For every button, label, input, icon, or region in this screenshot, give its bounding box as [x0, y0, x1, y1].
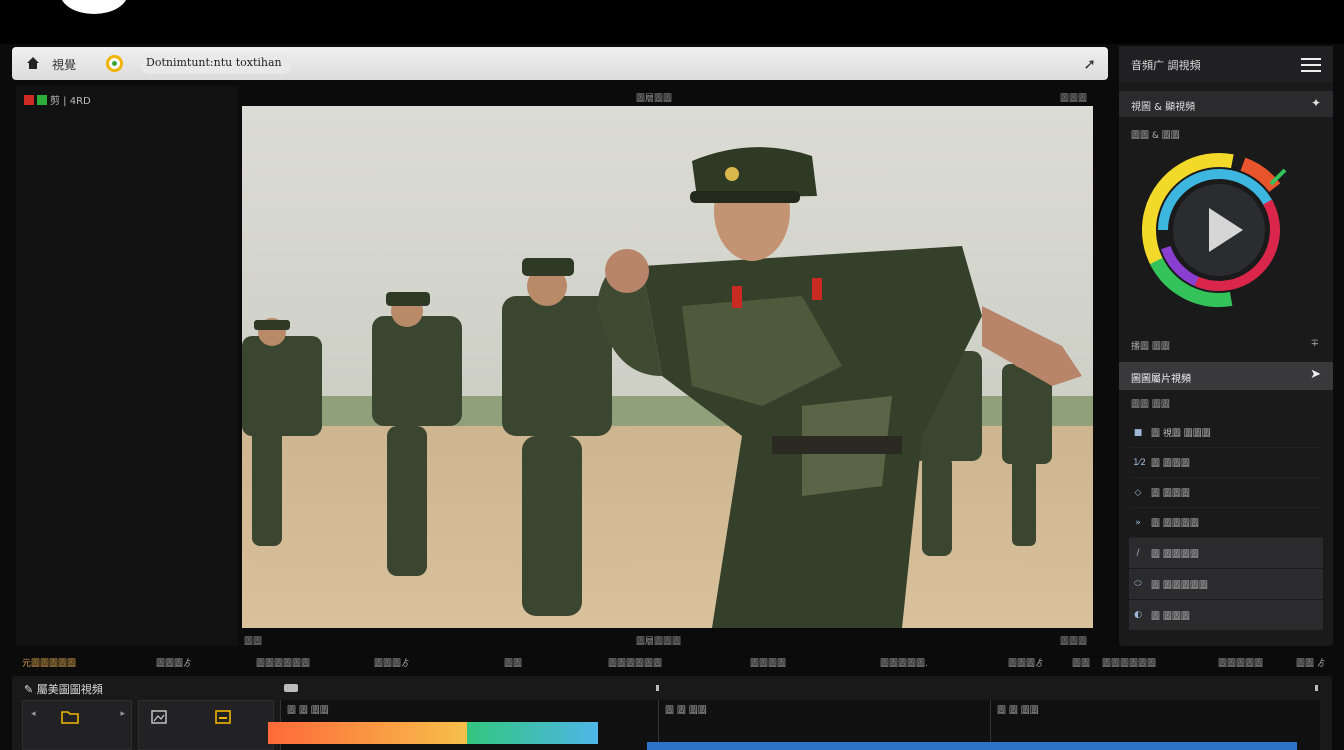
preview-label-top: 圖層圖圖 — [636, 94, 673, 104]
timeline-title: ✎ 屬美圖圖視頻 — [24, 683, 103, 696]
preview-label-top-right: 圖圖圖 — [1060, 94, 1088, 104]
bin-next-icon[interactable]: ▸ — [120, 709, 125, 719]
list-item[interactable]: ◐ 圖 圖圖圖 — [1129, 600, 1323, 630]
row-label[interactable]: 圖圖圖圖 — [750, 656, 786, 669]
row-label[interactable]: 圖圖圖ゟ — [374, 656, 410, 669]
row-label[interactable]: 元圖圖圖圖圖 — [22, 656, 76, 669]
list-item[interactable]: ■ 圖 視圖 圖圖圖 — [1129, 418, 1323, 448]
list-item-label: 圖 視圖 圖圖圖 — [1151, 429, 1211, 439]
red-tag-icon[interactable] — [24, 94, 34, 105]
list-item-label: 圖 圖圖圖 — [1151, 459, 1190, 469]
chevron-right-icon[interactable]: ➤ — [1310, 367, 1321, 382]
list-item-label: 圖 圖圖圖圖 — [1151, 519, 1199, 529]
address-bar: 視覺 Dotnimtunt:ntu toxtihan ➚ — [12, 47, 1108, 80]
effects-list: ■ 圖 視圖 圖圖圖 1⁄2 圖 圖圖圖 ◇ 圖 圖圖圖 » 圖 圖圖圖圖 ∕ 圖 圖圖圖… — [1129, 418, 1323, 631]
effects-bin[interactable] — [138, 700, 274, 750]
list-item-icon: 1⁄2 — [1133, 457, 1146, 468]
list-item-label: 圖 圖圖圖 — [1151, 489, 1190, 499]
row-label[interactable]: 圖圖圖圖圖圖 — [256, 656, 310, 669]
timeline-panel: ✎ 屬美圖圖視頻 ◂ ▸ 圖 圖 圖圖 圖 圖 圖圖 圖 圖 圖圖 — [12, 676, 1332, 750]
video-preview[interactable] — [242, 106, 1093, 628]
site-badge-icon[interactable] — [106, 55, 123, 72]
tag-label: 剪 | 4RD — [50, 96, 91, 107]
app-logo — [60, 0, 128, 14]
row-label[interactable]: 圖圖 ゟ — [1296, 656, 1326, 669]
list-item[interactable]: 1⁄2 圖 圖圖圖 — [1129, 448, 1323, 478]
timeline-chip[interactable] — [284, 684, 298, 692]
section-clips-header[interactable]: 圖圖屬片視頻 ➤ — [1119, 362, 1333, 390]
green-tag-icon[interactable] — [37, 94, 47, 105]
section-sub-label: 圖圖 & 圖圖 — [1131, 131, 1180, 141]
list-item-icon: ∕ — [1136, 548, 1140, 558]
settings-small-icon[interactable]: ∓ — [1311, 338, 1319, 349]
section-view-title: 視圖 & 顯視頻 — [1131, 102, 1196, 113]
row-label[interactable]: 圖圖圖ゟ — [156, 656, 192, 669]
clip-bar-orange[interactable] — [268, 722, 467, 744]
list-item-icon: ◇ — [1134, 487, 1142, 498]
timeline-marker[interactable] — [656, 685, 659, 691]
share-icon[interactable]: ➚ — [1083, 55, 1096, 73]
section-view-header[interactable]: 視圖 & 顯視頻 ✦ — [1119, 91, 1333, 117]
list-item-label: 圖 圖圖圖圖 — [1151, 549, 1199, 560]
timeline-edit-icon[interactable]: ✎ — [24, 683, 37, 696]
row-label[interactable]: 圖圖圖圖圖 — [1218, 656, 1263, 669]
url-input[interactable]: Dotnimtunt:ntu toxtihan — [140, 53, 292, 74]
list-item-icon: ■ — [1133, 427, 1143, 438]
preview-frame-image — [242, 106, 1093, 628]
panel-title: 音頻广 調視頻 — [1131, 59, 1201, 72]
list-item-icon: ⬭ — [1134, 579, 1142, 589]
playback-label: 播圖 圖圖 — [1131, 342, 1170, 352]
list-item[interactable]: ∕ 圖 圖圖圖圖 — [1129, 538, 1323, 568]
list-item[interactable]: ⬭ 圖 圖圖圖圖圖 — [1129, 569, 1323, 599]
preview-label-bottom-left: 圖圖 — [244, 637, 263, 647]
list-item[interactable]: ◇ 圖 圖圖圖 — [1129, 478, 1323, 508]
row-label[interactable]: 圖圖圖圖圖圖 — [1102, 656, 1156, 669]
preview-label-bottom-right: 圖圖圖 — [1060, 637, 1088, 647]
timeline-label-row: 元圖圖圖圖圖 圖圖圖ゟ 圖圖圖圖圖圖 圖圖圖ゟ 圖圖 圖圖圖圖圖圖 圖圖圖圖 圖… — [0, 656, 1344, 670]
folder-icon[interactable] — [61, 710, 79, 724]
clip-bar-teal[interactable] — [467, 722, 598, 744]
panel-header: 音頻广 調視頻 — [1119, 46, 1333, 82]
clips-sub-label: 圖圖 圖圖 — [1131, 400, 1170, 410]
track-label: 圖 圖 圖圖 — [287, 706, 329, 716]
track-label: 圖 圖 圖圖 — [665, 706, 707, 716]
list-item[interactable]: » 圖 圖圖圖圖 — [1129, 508, 1323, 538]
track-label: 圖 圖 圖圖 — [997, 706, 1039, 716]
left-panel: 剪 | 4RD — [16, 86, 238, 646]
timeline-marker-end[interactable] — [1315, 685, 1318, 691]
image-icon[interactable] — [151, 710, 167, 724]
section-clips-title: 圖圖屬片視頻 — [1131, 374, 1191, 385]
page-title: 視覺 — [52, 58, 77, 72]
row-label[interactable]: 圖圖圖ゟ — [1008, 656, 1044, 669]
list-item-icon: ◐ — [1134, 610, 1142, 620]
list-item-label: 圖 圖圖圖圖圖 — [1151, 580, 1208, 591]
home-icon[interactable] — [26, 56, 40, 70]
right-panel: 音頻广 調視頻 視圖 & 顯視頻 ✦ 圖圖 & 圖圖 播圖 圖圖 ∓ 圖圖屬片視… — [1119, 46, 1333, 646]
row-label[interactable]: 圖圖 — [504, 656, 522, 669]
list-item-label: 圖 圖圖圖 — [1151, 611, 1190, 622]
row-label[interactable]: 圖圖圖圖圖圖 — [608, 656, 662, 669]
play-dial[interactable] — [1139, 142, 1299, 322]
pin-icon[interactable]: ✦ — [1311, 96, 1321, 110]
list-item-icon: » — [1135, 517, 1141, 528]
media-bin[interactable]: ◂ ▸ — [22, 700, 132, 750]
menu-icon[interactable] — [1301, 58, 1321, 72]
bin-prev-icon[interactable]: ◂ — [31, 709, 36, 719]
preview-label-bottom: 圖層圖圖圖 — [636, 637, 682, 647]
top-bar — [0, 0, 1344, 44]
subtitle-icon[interactable] — [215, 710, 231, 724]
row-label[interactable]: 圖圖圖圖圖. — [880, 656, 928, 669]
clip-bar-blue[interactable] — [647, 742, 1297, 750]
row-label[interactable]: 圖圖 — [1072, 656, 1090, 669]
clip-tags: 剪 | 4RD — [24, 92, 91, 107]
